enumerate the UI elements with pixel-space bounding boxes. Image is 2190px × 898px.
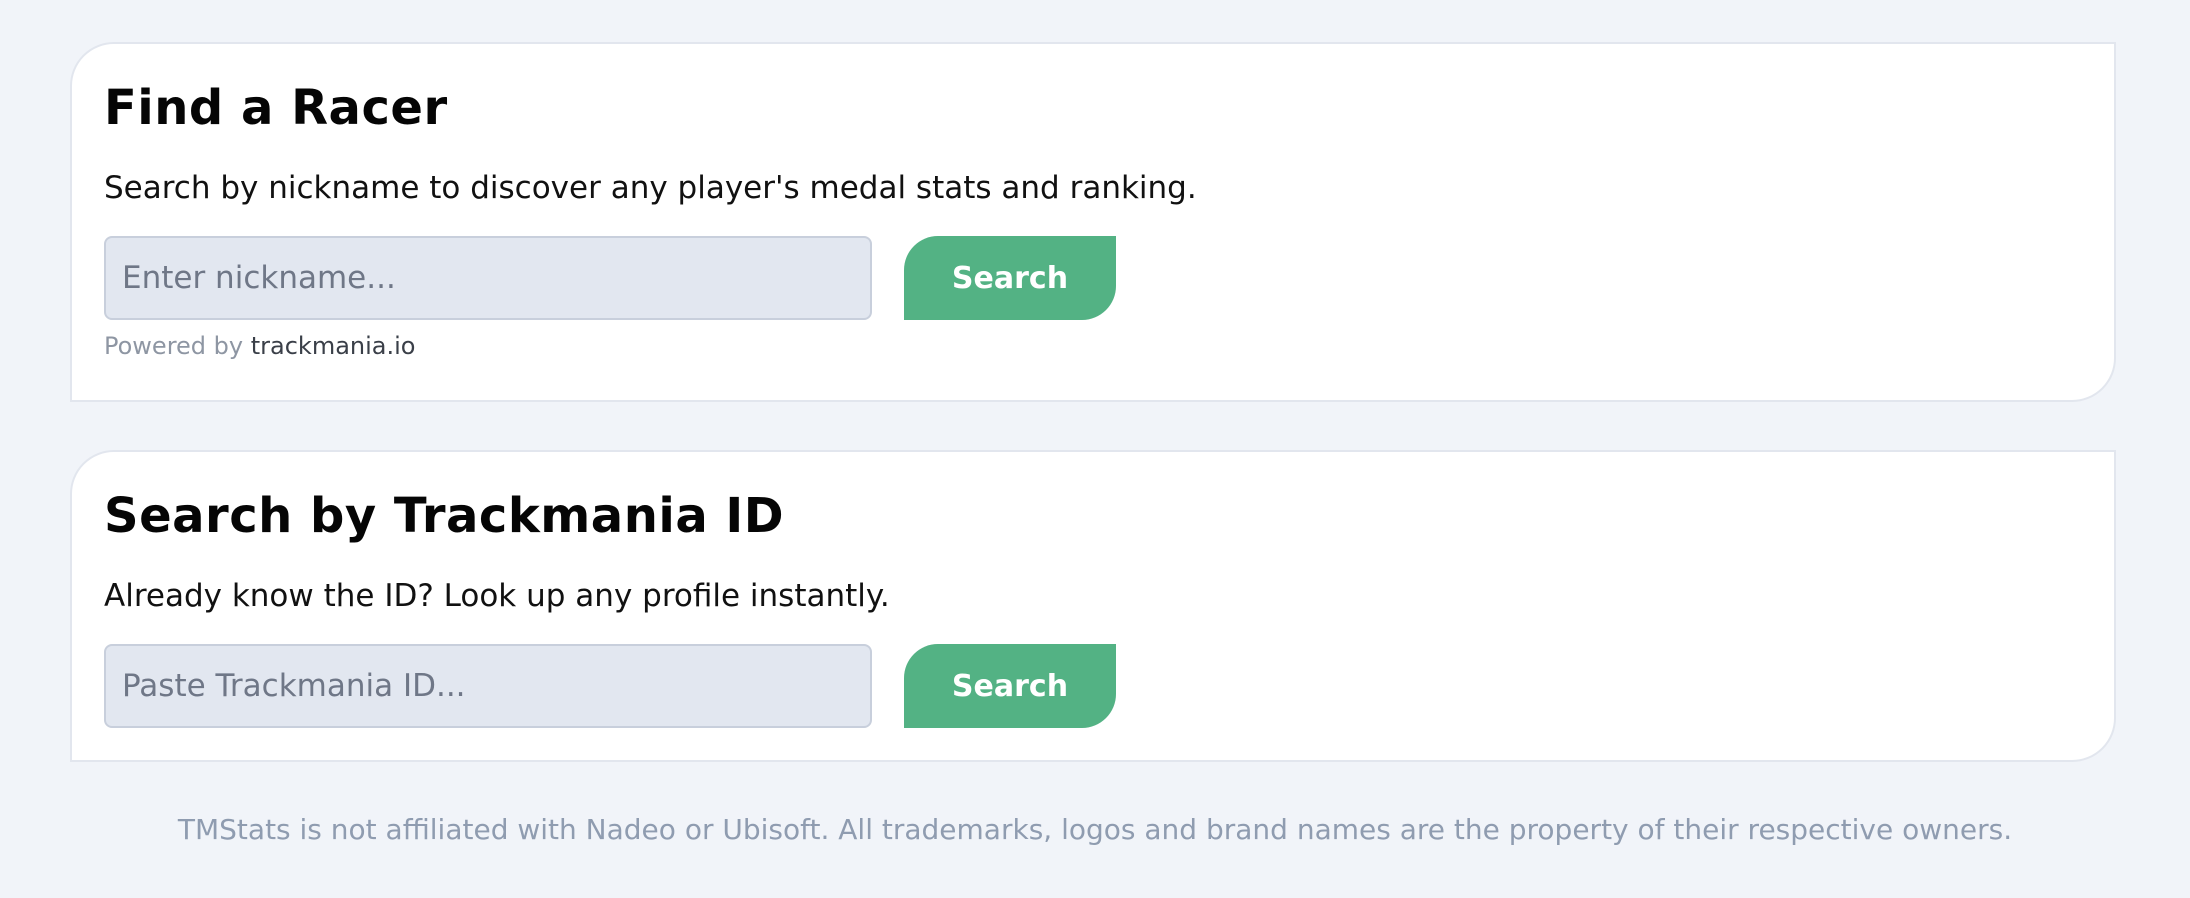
nickname-search-button[interactable]: Search [904, 236, 1116, 320]
id-search-button[interactable]: Search [904, 644, 1116, 728]
id-search-description: Already know the ID? Look up any profile… [104, 578, 890, 614]
find-racer-card: Find a Racer Search by nickname to disco… [70, 42, 2116, 402]
footer-disclaimer: TMStats is not affiliated with Nadeo or … [177, 813, 2013, 846]
find-racer-description: Search by nickname to discover any playe… [104, 170, 1197, 206]
powered-by-note: Powered by trackmania.io [104, 330, 415, 362]
find-racer-title: Find a Racer [104, 80, 448, 136]
trackmania-id-input[interactable] [104, 644, 872, 728]
id-search-title: Search by Trackmania ID [104, 488, 785, 544]
powered-by-prefix: Powered by [104, 332, 244, 360]
nickname-search-input[interactable] [104, 236, 872, 320]
id-search-card: Search by Trackmania ID Already know the… [70, 450, 2116, 762]
trackmania-io-link[interactable]: trackmania.io [251, 332, 416, 360]
